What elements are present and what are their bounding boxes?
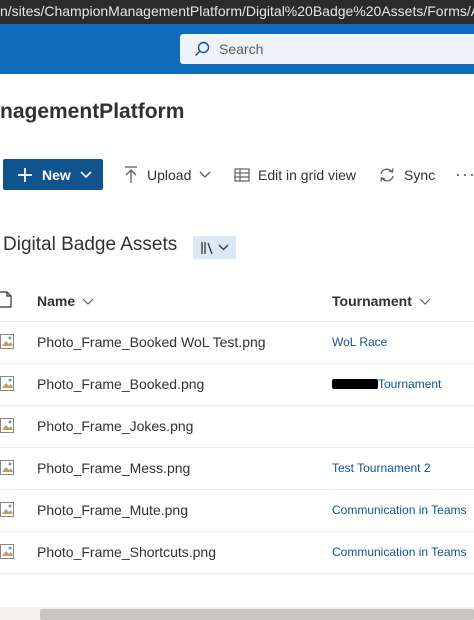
chevron-down-icon [80, 170, 92, 178]
upload-icon [125, 165, 137, 183]
plus-icon [18, 167, 32, 182]
tournament-link-text: Tournament [378, 377, 442, 391]
file-name[interactable]: Photo_Frame_Booked WoL Test.png [37, 334, 266, 350]
name-column-header[interactable]: Name [37, 284, 94, 318]
image-file-icon [0, 334, 14, 349]
tournament-link[interactable]: Test Tournament 2 [332, 461, 431, 475]
upload-button[interactable]: Upload [124, 159, 211, 190]
new-button[interactable]: New [3, 159, 103, 190]
grid-icon [234, 167, 250, 182]
image-file-icon [0, 418, 14, 433]
address-bar[interactable]: n/sites/ChampionManagementPlatform/Digit… [0, 0, 474, 24]
tournament-link[interactable]: Communication in Teams [332, 503, 467, 517]
redaction-mark [332, 379, 378, 389]
view-options-button[interactable] [193, 236, 236, 259]
search-placeholder: Search [219, 41, 264, 57]
search-icon [195, 41, 210, 56]
sync-label: Sync [404, 166, 436, 183]
image-file-icon [0, 460, 14, 475]
more-actions-button[interactable]: ··· [455, 159, 474, 190]
file-name[interactable]: Photo_Frame_Booked.png [37, 376, 204, 392]
list-item[interactable]: Photo_Frame_Mute.png Communication in Te… [0, 490, 474, 532]
list-item[interactable]: Photo_Frame_Booked WoL Test.png WoL Race [0, 322, 474, 364]
tournament-column-header[interactable]: Tournament [332, 284, 431, 318]
file-name[interactable]: Photo_Frame_Shortcuts.png [37, 544, 216, 560]
suite-bar: Search [0, 24, 474, 74]
file-name[interactable]: Photo_Frame_Mute.png [37, 502, 188, 518]
new-button-label: New [42, 166, 71, 183]
tournament-column-label: Tournament [332, 293, 412, 309]
sync-icon [380, 167, 394, 182]
file-name[interactable]: Photo_Frame_Mess.png [37, 460, 190, 476]
upload-label: Upload [147, 166, 192, 183]
list-item[interactable]: Photo_Frame_Mess.png Test Tournament 2 [0, 448, 474, 490]
image-file-icon [0, 502, 14, 517]
image-file-icon [0, 376, 14, 391]
edit-grid-view-button[interactable]: Edit in grid view [234, 159, 356, 190]
image-file-icon [0, 544, 14, 559]
list-item[interactable]: Photo_Frame_Booked.png Tournament [0, 364, 474, 406]
list-item[interactable]: Photo_Frame_Shortcuts.png Communication … [0, 532, 474, 574]
tournament-link[interactable]: Communication in Teams [332, 545, 467, 559]
list-item[interactable]: Photo_Frame_Jokes.png [0, 406, 474, 448]
site-title[interactable]: nagementPlatform [0, 100, 184, 124]
edit-grid-view-label: Edit in grid view [258, 166, 357, 183]
chevron-down-icon [419, 298, 431, 305]
address-bar-url: n/sites/ChampionManagementPlatform/Digit… [0, 3, 474, 19]
chevron-down-icon [218, 244, 229, 251]
search-box[interactable]: Search [180, 34, 474, 64]
library-view-icon [201, 241, 213, 254]
document-icon [0, 291, 12, 308]
tournament-link[interactable]: Tournament [332, 377, 441, 391]
sync-button[interactable]: Sync [378, 159, 435, 190]
name-column-label: Name [37, 293, 76, 309]
chevron-down-icon [199, 171, 211, 178]
scrollbar-thumb[interactable] [40, 609, 474, 620]
chevron-down-icon [82, 298, 94, 305]
library-title: Digital Badge Assets [3, 234, 178, 255]
list-header-row: Name Tournament [0, 284, 474, 322]
tournament-link[interactable]: WoL Race [332, 335, 387, 349]
file-name[interactable]: Photo_Frame_Jokes.png [37, 418, 193, 434]
command-bar: New Upload Edit in grid view Sync ··· [0, 150, 474, 200]
